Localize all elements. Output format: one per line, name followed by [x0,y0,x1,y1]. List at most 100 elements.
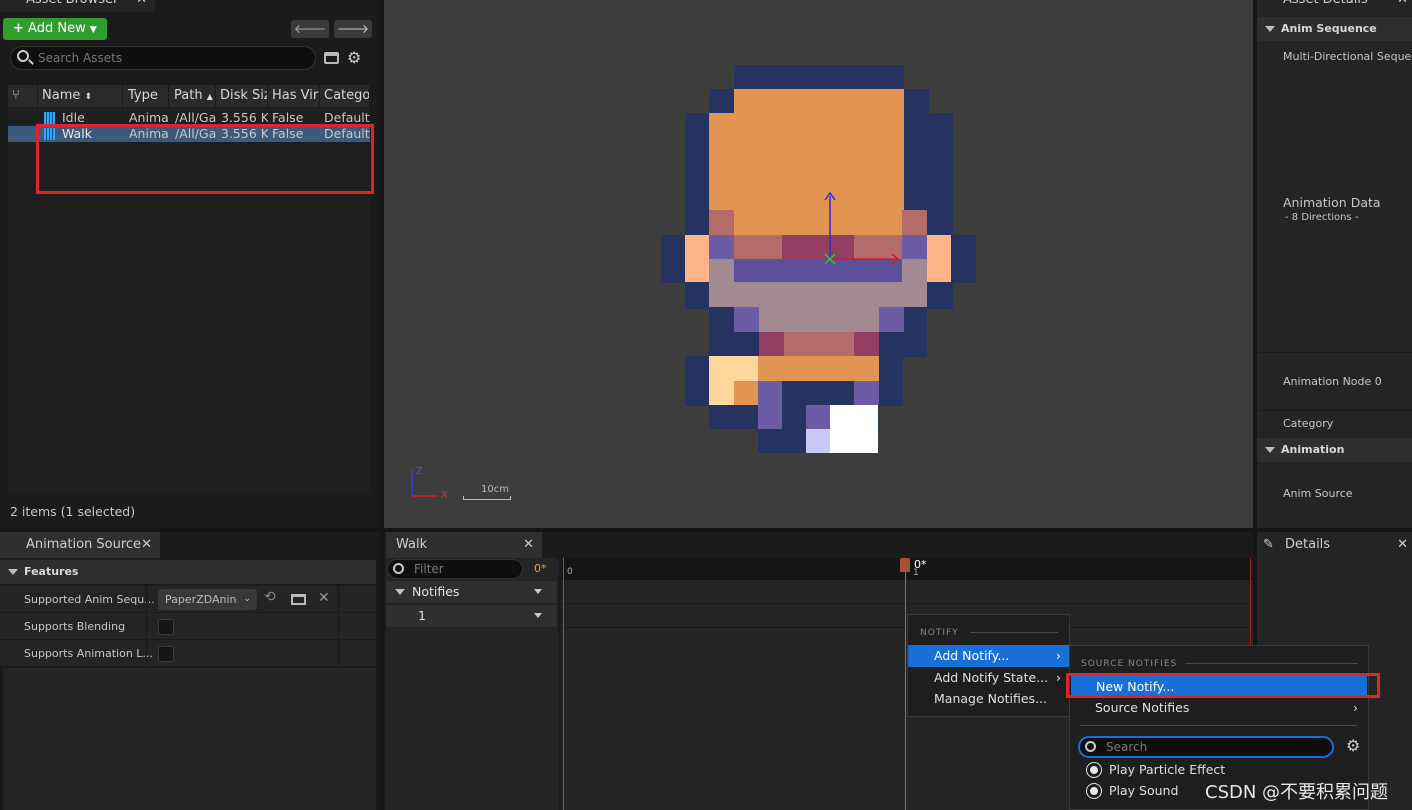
details-tab[interactable]: ✎ Details ✕ [1257,532,1412,558]
column-type[interactable]: Type [124,85,169,107]
search-icon-handle [28,59,34,65]
track-list: Filter 0* Notifies 1 [386,558,558,810]
add-new-label: Add New [28,21,86,36]
viewport[interactable]: Z X 10cm [384,0,1253,528]
close-icon[interactable]: ✕ [523,532,534,558]
anim-sequence-dropdown[interactable]: PaperZDAnin ⌄ [158,589,257,610]
axis-x-label: X [441,490,448,501]
plus-icon: + [13,21,24,36]
menu-heading-rule [970,632,1058,633]
layers-checkbox[interactable] [158,646,174,662]
reset-arrow-icon[interactable]: ⟲ [264,589,276,605]
details-tab-label: Details [1285,537,1331,552]
divider [1257,352,1412,353]
asset-details-panel: Asset Details ✕ Anim Sequence Multi-Dire… [1257,0,1412,528]
walk-tab[interactable]: Walk ✕ [386,532,542,558]
chevron-down-icon: ▼ [89,25,97,35]
sort-icon: ⬍ [84,92,93,102]
asset-browser-tab-label: Asset Browser [26,0,118,12]
property-label: Supports Animation L... [24,647,153,660]
menu-heading: NOTIFY [920,628,959,638]
animation-source-tab-label: Animation Source [26,537,142,552]
notify-context-menu: NOTIFY Add Notify... › Add Notify State.… [907,614,1070,717]
column-disk-size[interactable]: Disk Siz [216,85,268,107]
menu-item-add-notify-state[interactable]: Add Notify State... › [908,667,1069,689]
chevron-right-icon: › [1056,670,1061,685]
section-features[interactable]: Features [0,560,376,584]
clear-x-icon[interactable]: ✕ [318,590,330,606]
submenu-heading-rule [1185,663,1358,664]
folder-icon[interactable] [324,52,339,64]
dropdown-arrow-icon[interactable] [534,589,542,594]
submenu-search-input[interactable]: Search [1078,736,1334,758]
browse-folder-icon[interactable] [291,594,306,605]
edit-pencil-icon: ✎ [1263,537,1274,552]
dropdown-arrow-icon[interactable] [534,613,542,618]
sort-up-icon: ▲ [206,92,213,101]
scale-label: 10cm [481,484,509,495]
column-name[interactable]: Name ⬍ [38,85,123,107]
asset-details-tab[interactable]: Asset Details ✕ [1257,0,1412,12]
animation-source-tab[interactable]: Animation Source ✕ [0,532,160,558]
chevron-down-icon: ⌄ [243,594,251,604]
forward-button[interactable]: 🡒 [334,20,372,38]
back-button[interactable]: 🡐 [291,20,329,38]
category-label: Category [1283,417,1334,430]
scale-bar [463,496,511,500]
column-has-virtual[interactable]: Has Virt [268,85,320,107]
unreal-logo-icon [1086,783,1102,799]
branch-icon[interactable]: ⑂ [8,85,38,107]
highlight-box-new-notify [1066,673,1380,698]
frame-marker: 0* [534,562,547,575]
property-row: Supports Animation L... [0,640,376,667]
chevron-right-icon: › [1056,648,1061,663]
chevron-right-icon: › [1353,700,1358,715]
property-row: Supports Blending [0,613,376,640]
search-input[interactable]: Search Assets [10,46,316,70]
section-anim-sequence[interactable]: Anim Sequence [1257,17,1412,41]
close-icon[interactable]: ✕ [141,532,152,558]
playhead-line [905,558,906,810]
track-notifies[interactable]: Notifies [386,581,556,603]
transform-gizmo[interactable] [814,190,904,270]
anim-source-label: Anim Source [1283,487,1353,500]
asset-details-tab-label: Asset Details [1283,0,1368,12]
collapse-icon [1265,26,1275,32]
menu-item-source-notifies[interactable]: Source Notifies › [1070,697,1368,719]
close-icon[interactable]: ✕ [136,0,147,12]
unreal-logo-icon [1086,762,1102,778]
asset-browser-panel: Asset Browser ✕ + Add New ▼ 🡐 🡒 Search A… [0,0,380,528]
property-row: Supported Anim Sequ... PaperZDAnin ⌄ ⟲ ✕ [0,586,376,613]
section-animation[interactable]: Animation [1257,438,1412,462]
submenu-settings-gear-icon[interactable]: ⚙ [1346,736,1360,755]
directions-label: - 8 Directions - [1285,212,1359,223]
collapse-icon [1265,447,1275,453]
column-path[interactable]: Path ▲ [170,85,216,107]
axis-z-label: Z [416,466,423,477]
empty-area [3,668,376,810]
filter-placeholder: Filter [414,562,444,576]
submenu-divider [1080,725,1357,726]
filter-input[interactable]: Filter [387,559,523,579]
submenu-heading: SOURCE NOTIFIES [1081,659,1178,669]
track-1[interactable]: 1 [386,605,556,627]
close-icon[interactable]: ✕ [1397,0,1408,12]
settings-gear-icon[interactable]: ⚙ [347,48,361,67]
close-icon[interactable]: ✕ [1397,532,1408,558]
column-divider [146,586,147,667]
animation-source-panel: Animation Source ✕ Features Supported An… [0,532,380,810]
animation-node-label: Animation Node 0 [1283,375,1382,388]
menu-item-manage-notifies[interactable]: Manage Notifies... [908,688,1069,710]
animation-data-label: Animation Data [1283,195,1381,210]
add-new-button[interactable]: + Add New ▼ [3,18,107,40]
playhead-handle[interactable] [900,558,910,572]
column-category[interactable]: Categor [320,85,370,107]
asset-browser-tab[interactable]: Asset Browser ✕ [0,0,155,12]
search-placeholder: Search Assets [38,51,123,65]
ruler-start-label: 0 [567,567,573,577]
multi-directional-label: Multi-Directional Sequence [1283,50,1412,63]
property-label: Supports Blending [24,620,126,633]
status-text: 2 items (1 selected) [10,504,136,519]
menu-item-add-notify[interactable]: Add Notify... › [908,645,1069,667]
blending-checkbox[interactable] [158,619,174,635]
